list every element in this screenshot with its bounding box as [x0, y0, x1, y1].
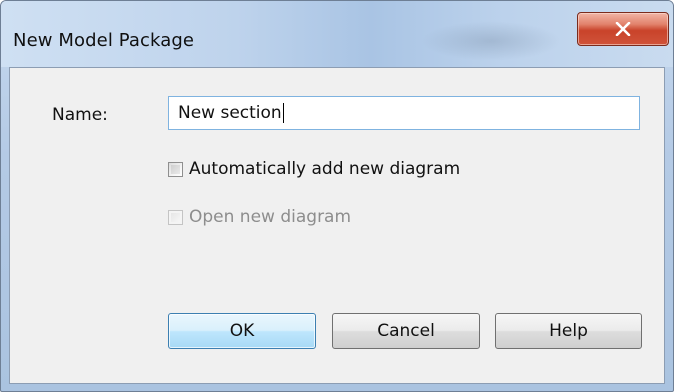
name-label: Name: [52, 105, 108, 125]
name-input[interactable]: New section [168, 96, 640, 130]
dialog-window: New Model Package Name: New section Auto… [0, 0, 674, 392]
cancel-button[interactable]: Cancel [332, 313, 480, 349]
dialog-body: Name: New section Automatically add new … [9, 67, 665, 384]
title-bar[interactable]: New Model Package [1, 1, 673, 67]
open-new-diagram-checkbox [168, 209, 183, 225]
background-blur [421, 21, 561, 61]
open-new-diagram-label: Open new diagram [189, 207, 352, 227]
text-caret [282, 103, 284, 123]
close-button[interactable] [577, 12, 669, 46]
auto-add-diagram-checkbox-row[interactable]: Automatically add new diagram [168, 159, 460, 179]
help-button[interactable]: Help [495, 313, 642, 349]
close-icon [615, 22, 631, 36]
open-new-diagram-checkbox-row: Open new diagram [168, 207, 351, 227]
ok-button[interactable]: OK [168, 313, 316, 349]
name-input-value: New section [178, 103, 282, 123]
auto-add-diagram-checkbox[interactable] [168, 161, 183, 177]
auto-add-diagram-label[interactable]: Automatically add new diagram [189, 159, 460, 179]
dialog-title: New Model Package [13, 30, 195, 51]
